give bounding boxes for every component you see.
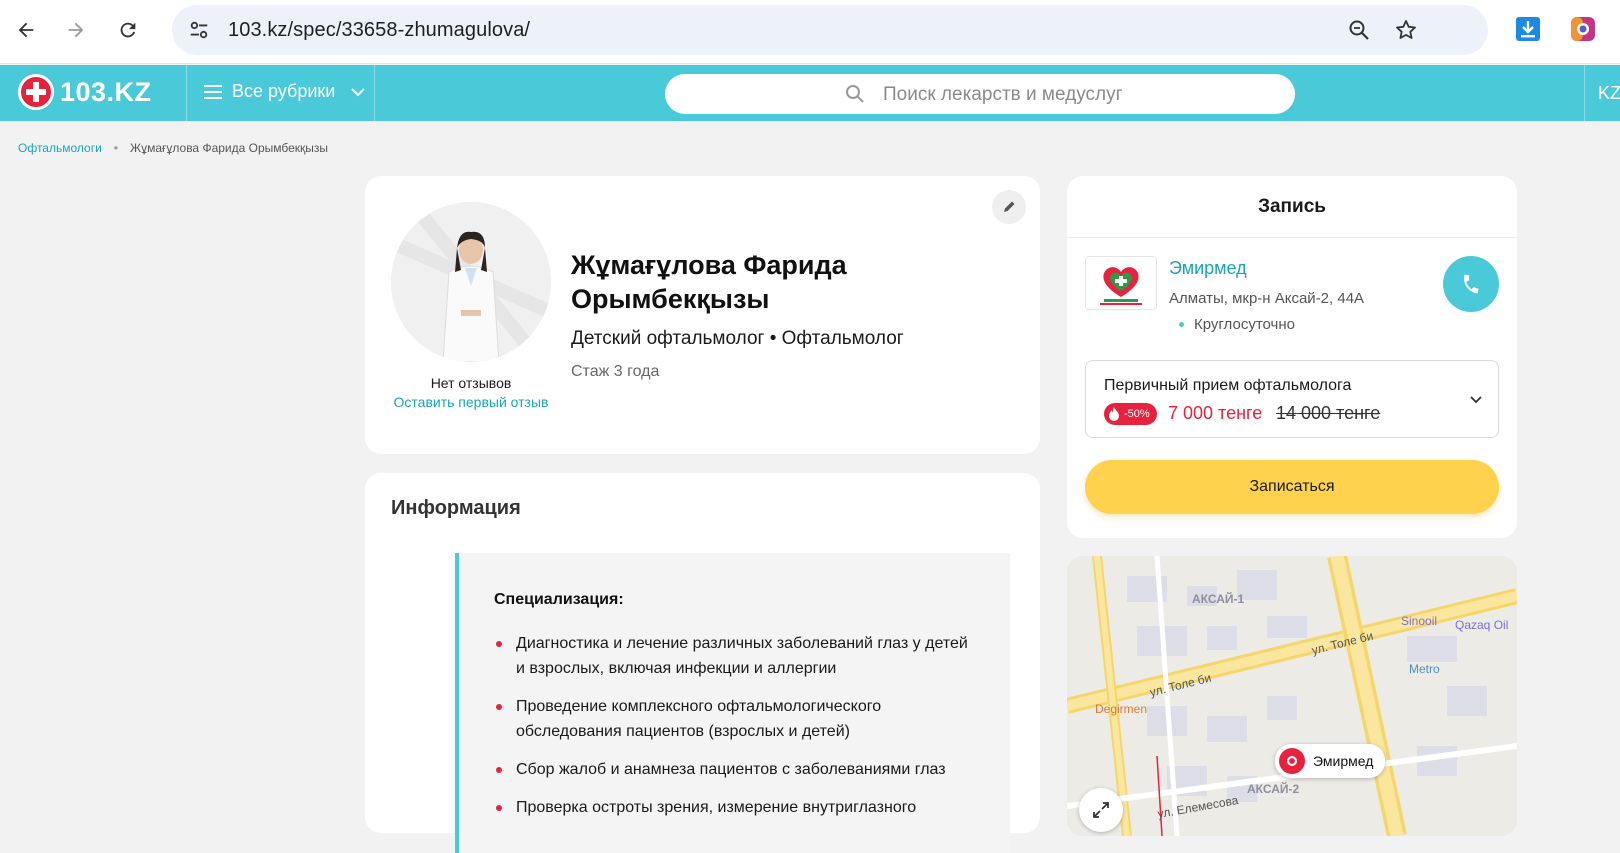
browser-toolbar: 103.kz/spec/33658-zhumagulova/ — [0, 0, 1620, 64]
clinic-address: Алматы, мкр-н Аксай-2, 44А — [1169, 290, 1365, 307]
search-icon — [846, 85, 864, 103]
chevron-down-icon — [1470, 396, 1482, 404]
reload-icon — [120, 22, 136, 38]
doctor-name: Жұмағұлова Фарида Орымбекқызы — [571, 250, 847, 314]
specialization-heading: Специализация: — [494, 591, 624, 608]
reload-button[interactable] — [112, 14, 144, 46]
leave-review-link[interactable]: Оставить первый отзыв — [391, 393, 551, 411]
clinic-hours: Круглосуточно — [1179, 316, 1295, 333]
arrow-left-icon — [18, 22, 34, 38]
arrow-right-icon — [68, 22, 84, 38]
price-old: 14 000 тенге — [1276, 403, 1381, 423]
map-label-aksai1: АКСАЙ-1 — [1192, 592, 1245, 606]
search-input[interactable]: Поиск лекарств и медуслуг — [665, 74, 1295, 114]
specialization-block: Специализация: Диагностика и лечение раз… — [455, 553, 1010, 853]
clinic-logo-image — [1100, 267, 1142, 305]
doctor-photo — [391, 202, 551, 362]
specialization-list: Диагностика и лечение различных заболева… — [494, 631, 974, 833]
discount-text: -50% — [1124, 408, 1150, 420]
discount-badge: -50% — [1104, 403, 1157, 425]
site-logo[interactable]: 103.KZ — [18, 74, 152, 110]
price-new: 7 000 тенге — [1168, 403, 1263, 423]
map-marker-label: Эмирмед — [1313, 753, 1374, 769]
rubrics-label: Все рубрики — [232, 81, 336, 101]
map-clinic-marker[interactable]: Эмирмед — [1275, 744, 1386, 778]
call-button[interactable] — [1443, 256, 1499, 312]
list-item: Проверка остроты зрения, измерение внутр… — [494, 795, 974, 820]
edit-button[interactable] — [992, 190, 1026, 224]
reviews-status: Нет отзывов — [430, 375, 512, 391]
pencil-icon — [1004, 201, 1015, 212]
search-placeholder: Поиск лекарств и медуслуг — [883, 84, 1123, 105]
phone-icon — [1463, 274, 1479, 294]
doctor-avatar — [391, 202, 551, 362]
menu-icon — [204, 84, 222, 99]
map-label-aksai2: АКСАЙ-2 — [1247, 782, 1300, 796]
extension-icon[interactable] — [1570, 16, 1596, 42]
clinic-hours-text: Круглосуточно — [1194, 316, 1295, 333]
list-item: Диагностика и лечение различных заболева… — [494, 631, 974, 681]
doctor-specialties: Детский офтальмолог • Офтальмолог — [571, 328, 904, 349]
chevron-down-icon — [351, 87, 366, 96]
map[interactable]: АКСАЙ-1 АКСАЙ-2 ул. Толе би ул. Толе би … — [1067, 556, 1517, 836]
address-bar[interactable]: 103.kz/spec/33658-zhumagulova/ — [172, 5, 1488, 55]
map-poi-qazaq-oil: Qazaq Oil — [1455, 618, 1509, 632]
doctor-profile-card: Нет отзывов Оставить первый отзыв Жұмағұ… — [365, 176, 1040, 454]
header-divider — [1584, 65, 1585, 121]
url-text[interactable]: 103.kz/spec/33658-zhumagulova/ — [228, 19, 530, 42]
site-settings-icon[interactable] — [188, 19, 210, 41]
language-switch[interactable]: KZ — [1598, 83, 1620, 104]
service-select[interactable]: Первичный прием офтальмолога -50% 7 000 … — [1085, 360, 1499, 438]
logo-text: 103.KZ — [60, 76, 152, 107]
rubrics-menu-button[interactable]: Все рубрики — [204, 81, 366, 102]
forward-button[interactable] — [60, 14, 92, 46]
breadcrumb-current: Жұмағұлова Фарида Орымбекқызы — [130, 141, 329, 155]
book-button[interactable]: Записаться — [1085, 460, 1499, 514]
header-divider — [374, 65, 375, 121]
map-poi-metro: Metro — [1409, 662, 1440, 676]
status-dot-icon — [1179, 322, 1184, 327]
list-item: Сбор жалоб и анамнеза пациентов с заболе… — [494, 757, 974, 782]
booking-card: Запись Эмирмед Алматы, мкр-н Аксай-2, 44… — [1067, 176, 1517, 538]
map-expand-button[interactable] — [1079, 788, 1123, 832]
info-card: Информация Специализация: Диагностика и … — [365, 473, 1040, 853]
breadcrumb: Офтальмологи • Жұмағұлова Фарида Орымбек… — [18, 141, 328, 155]
clinic-logo[interactable] — [1085, 256, 1157, 310]
map-poi-sinooil: Sinooil — [1401, 614, 1438, 628]
site-header: 103.KZ Все рубрики Поиск лекарств и меду… — [0, 65, 1620, 121]
breadcrumb-separator: • — [113, 141, 118, 155]
breadcrumb-parent-link[interactable]: Офтальмологи — [18, 141, 102, 155]
booking-title: Запись — [1067, 176, 1517, 238]
list-item: Проведение комплексного офтальмологическ… — [494, 694, 974, 744]
map-poi-degirmen: Degirmen — [1095, 702, 1148, 716]
map-pin-icon — [1279, 748, 1305, 774]
expand-icon — [1093, 802, 1109, 818]
download-icon[interactable] — [1515, 16, 1541, 42]
clinic-name-link[interactable]: Эмирмед — [1169, 258, 1247, 279]
bookmark-star-icon[interactable] — [1394, 18, 1418, 42]
doctor-experience: Стаж 3 года — [571, 363, 660, 380]
red-cross-icon — [18, 74, 54, 110]
zoom-icon[interactable] — [1347, 18, 1371, 42]
back-button[interactable] — [10, 14, 42, 46]
service-name: Первичный прием офтальмолога — [1104, 377, 1352, 394]
fire-icon — [1109, 407, 1119, 421]
header-divider — [186, 65, 187, 121]
info-title: Информация — [391, 497, 521, 519]
